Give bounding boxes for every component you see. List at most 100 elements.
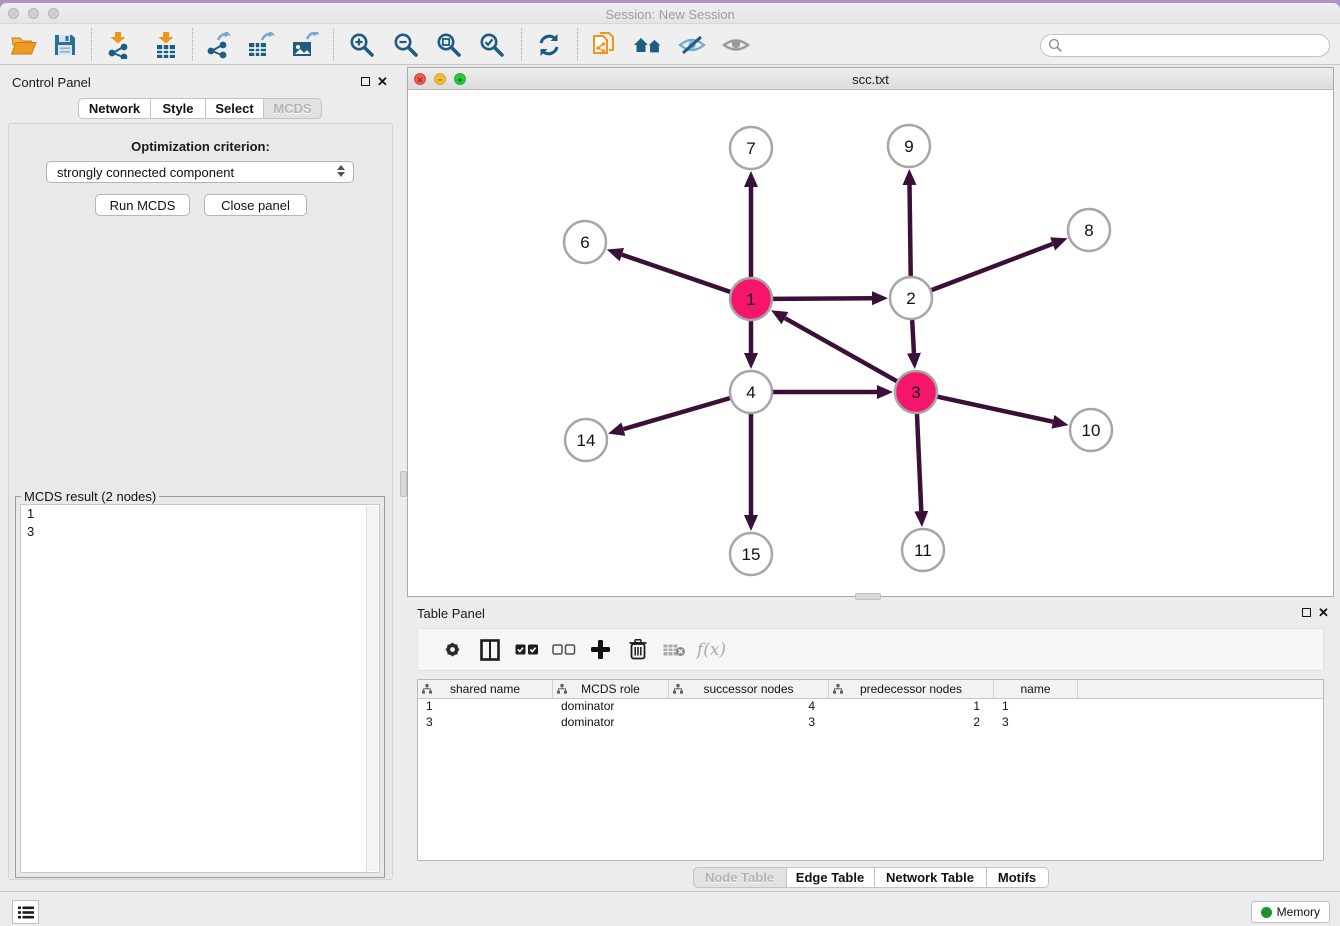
add-column-button[interactable] [582, 633, 619, 667]
graph-node-7[interactable]: 7 [730, 127, 772, 169]
column-header-filler [1078, 680, 1323, 698]
delete-column-button[interactable] [619, 633, 656, 667]
cell-successor-nodes[interactable]: 4 [669, 699, 829, 715]
zoom-in-icon [349, 32, 375, 58]
column-header-shared-name[interactable]: shared name [418, 680, 553, 698]
cell-mcds-role[interactable]: dominator [553, 699, 669, 715]
graph-edge-1-6[interactable] [622, 255, 730, 292]
graph-edge-2-8[interactable] [932, 244, 1053, 290]
show-columns-button[interactable] [471, 633, 508, 667]
graph-edge-3-11[interactable] [917, 414, 921, 511]
zoom-selected-button[interactable] [473, 28, 511, 62]
svg-text:3: 3 [911, 383, 920, 402]
network-canvas[interactable]: 7 9 6 8 1 2 4 3 14 10 15 11 [408, 90, 1333, 596]
svg-text:10: 10 [1082, 421, 1101, 440]
list-item[interactable]: 1 [21, 505, 379, 523]
search-field[interactable] [1040, 34, 1330, 57]
zoom-out-button[interactable] [387, 28, 425, 62]
memory-button[interactable]: Memory [1251, 901, 1330, 923]
network-view-window: ✕ − + scc.txt 7968124314101511 [407, 67, 1334, 597]
tab-network[interactable]: Network [78, 98, 151, 119]
export-table-button[interactable] [242, 28, 280, 62]
graph-node-14[interactable]: 14 [565, 419, 607, 461]
search-icon [1048, 38, 1063, 53]
graph-edge-3-1[interactable] [785, 318, 897, 381]
graph-node-2[interactable]: 2 [890, 277, 932, 319]
graph-node-10[interactable]: 10 [1070, 409, 1112, 451]
deselect-all-button[interactable] [545, 633, 582, 667]
column-header-name[interactable]: name [994, 680, 1078, 698]
cell-shared-name[interactable]: 3 [418, 715, 553, 731]
function-builder-button[interactable]: f(x) [693, 633, 730, 667]
graph-edge-4-14[interactable] [623, 398, 729, 429]
tree-icon [833, 684, 843, 694]
optimization-criterion-select[interactable]: strongly connected component [46, 161, 354, 183]
graph-edge-2-3[interactable] [912, 320, 914, 353]
graph-edge-2-9[interactable] [910, 185, 911, 276]
list-item[interactable]: 3 [21, 523, 379, 541]
cell-successor-nodes[interactable]: 3 [669, 715, 829, 731]
status-bar: Memory [0, 891, 1340, 926]
network-title: scc.txt [408, 72, 1333, 87]
graph-node-6[interactable]: 6 [564, 221, 606, 263]
zoom-fit-button[interactable] [430, 28, 468, 62]
result-list-scrollbar[interactable] [366, 506, 378, 871]
show-graphics-details-button[interactable] [717, 28, 755, 62]
export-table-icon [247, 32, 275, 59]
import-table-button[interactable] [147, 28, 185, 62]
export-network-button[interactable] [199, 28, 237, 62]
clone-network-button[interactable] [585, 28, 623, 62]
search-input[interactable] [1063, 39, 1329, 53]
graph-node-9[interactable]: 9 [888, 125, 930, 167]
close-icon: ✕ [1318, 606, 1329, 619]
task-history-button[interactable] [12, 900, 39, 924]
close-panel-button[interactable]: Close panel [204, 194, 307, 216]
column-header-predecessor-nodes[interactable]: predecessor nodes [829, 680, 994, 698]
hide-graphics-details-button[interactable] [673, 28, 711, 62]
graph-edge-1-2[interactable] [773, 298, 872, 299]
control-panel-float-button[interactable] [359, 75, 372, 88]
column-header-successor-nodes[interactable]: successor nodes [669, 680, 829, 698]
cell-name[interactable]: 3 [994, 715, 1078, 731]
graph-edge-3-10[interactable] [937, 397, 1052, 422]
tab-style[interactable]: Style [151, 98, 206, 119]
graph-node-11[interactable]: 11 [902, 529, 944, 571]
cell-predecessor-nodes[interactable]: 1 [829, 699, 994, 715]
cell-mcds-role[interactable]: dominator [553, 715, 669, 731]
refresh-view-button[interactable] [530, 28, 568, 62]
open-session-button[interactable] [4, 28, 42, 62]
cell-name[interactable]: 1 [994, 699, 1078, 715]
graph-node-1[interactable]: 1 [730, 278, 772, 320]
column-header-mcds-role[interactable]: MCDS role [553, 680, 669, 698]
graph-node-3[interactable]: 3 [895, 371, 937, 413]
list-icon [18, 906, 34, 919]
tab-network-table[interactable]: Network Table [875, 867, 987, 888]
table-panel-float-button[interactable] [1300, 606, 1313, 619]
graph-node-15[interactable]: 15 [730, 533, 772, 575]
tab-motifs[interactable]: Motifs [987, 867, 1049, 888]
cell-predecessor-nodes[interactable]: 2 [829, 715, 994, 731]
graph-node-8[interactable]: 8 [1068, 209, 1110, 251]
table-row[interactable]: 1 dominator 4 1 1 [418, 699, 1323, 715]
first-neighbors-button[interactable] [629, 28, 667, 62]
tab-mcds[interactable]: MCDS [264, 98, 322, 119]
tab-node-table[interactable]: Node Table [693, 867, 787, 888]
graph-node-4[interactable]: 4 [730, 371, 772, 413]
tab-select[interactable]: Select [206, 98, 264, 119]
table-row[interactable]: 3 dominator 3 2 3 [418, 715, 1323, 731]
tab-edge-table[interactable]: Edge Table [787, 867, 875, 888]
select-all-button[interactable] [508, 633, 545, 667]
delete-table-button[interactable] [656, 633, 693, 667]
zoom-in-button[interactable] [343, 28, 381, 62]
save-session-button[interactable] [46, 28, 84, 62]
cell-shared-name[interactable]: 1 [418, 699, 553, 715]
table-panel-close-button[interactable]: ✕ [1317, 606, 1330, 619]
table-settings-button[interactable] [434, 633, 471, 667]
control-panel-close-button[interactable]: ✕ [376, 75, 389, 88]
mcds-result-box: MCDS result (2 nodes) 1 3 [15, 496, 385, 878]
panel-divider-handle[interactable] [400, 471, 407, 497]
export-image-button[interactable] [286, 28, 324, 62]
run-mcds-button[interactable]: Run MCDS [95, 194, 190, 216]
import-network-button[interactable] [99, 28, 137, 62]
control-panel-title: Control Panel [12, 75, 91, 90]
